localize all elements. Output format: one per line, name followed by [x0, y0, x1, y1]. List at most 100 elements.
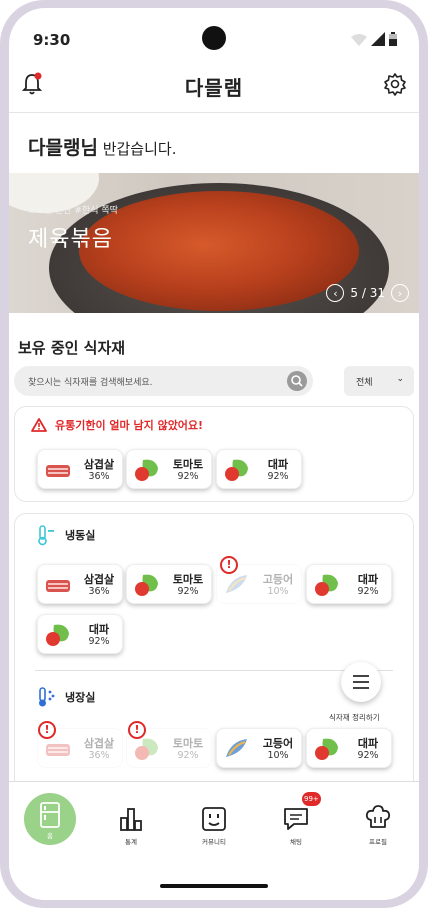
ingredient-chip[interactable]: 삼겹살 36% — [37, 449, 123, 489]
menu-line — [353, 675, 369, 677]
status-time: 9:30 — [33, 31, 71, 49]
tomato-lettuce-icon — [135, 459, 158, 481]
bottom-tab-bar: 홈 통계 커뮤니티 99+ 채팅 프로필 — [9, 781, 419, 900]
ingredient-name: 대파 — [357, 737, 379, 750]
ingredient-freshness: 92% — [267, 471, 289, 482]
tab-stats[interactable]: 통계 — [101, 796, 161, 848]
chef-hat-icon — [365, 805, 391, 828]
tab-profile[interactable]: 프로필 — [348, 796, 408, 848]
battery-icon — [389, 32, 397, 46]
fridge-header: 냉장실 — [35, 686, 95, 708]
organize-ingredients-button[interactable] — [341, 662, 381, 702]
thermometer-fridge-icon — [39, 687, 55, 707]
ingredient-chip[interactable]: 고등어 10% — [216, 728, 302, 768]
organize-ingredients-label: 식자재 정리하기 — [329, 713, 380, 722]
banner-page: 5 / 31 — [350, 286, 385, 300]
menu-line — [353, 687, 369, 689]
tab-chat[interactable]: 99+ 채팅 — [266, 792, 326, 848]
home-indicator — [160, 884, 268, 888]
tab-stats-label: 통계 — [125, 838, 137, 846]
next-arrow-icon[interactable]: › — [391, 284, 409, 302]
ingredient-chip[interactable]: 삼겹살 36% — [37, 564, 123, 604]
warning-line: 유통기한이 얼마 남지 않았어요! — [31, 417, 203, 433]
green-onion-icon — [315, 738, 338, 760]
tab-community[interactable]: 커뮤니티 — [184, 796, 244, 848]
search-placeholder: 찾으시는 식자재를 검색해보세요. — [28, 378, 153, 388]
inventory-title: 보유 중인 식자재 — [18, 339, 126, 357]
mackerel-icon — [226, 575, 247, 593]
prev-arrow-icon[interactable]: ‹ — [326, 284, 345, 302]
gear-icon[interactable] — [383, 72, 407, 96]
ingredient-name: 삼겹살 — [83, 737, 115, 750]
warning-message: 유통기한이 얼마 남지 않았어요! — [55, 419, 204, 432]
ingredient-freshness: 10% — [267, 586, 289, 597]
fridge-label: 냉장실 — [65, 691, 96, 704]
ingredient-name: 삼겹살 — [83, 458, 115, 471]
freezer-header: 냉동실 — [35, 524, 95, 546]
tab-community-label: 커뮤니티 — [202, 838, 226, 846]
ingredient-name: 대파 — [88, 623, 110, 636]
status-bar: 9:30 — [9, 8, 419, 68]
app-logo: 다믈램 — [184, 76, 244, 100]
pork-icon — [46, 465, 70, 477]
ingredient-name: 고등어 — [262, 573, 294, 586]
ingredient-name: 고등어 — [262, 737, 294, 750]
chat-icon — [284, 808, 308, 830]
section-divider — [35, 670, 393, 671]
tab-chat-label: 채팅 — [290, 838, 302, 846]
filter-value: 전체 — [356, 378, 373, 388]
tomato-lettuce-icon — [135, 574, 158, 596]
alert-icon: ! — [38, 721, 56, 739]
search-input[interactable]: 찾으시는 식자재를 검색해보세요. — [14, 366, 313, 396]
screen: 9:30 다믈램 다믈랭님 반갑습니다. #국민 반찬 #한식 쪽딱 제육볶음 … — [9, 8, 419, 900]
ingredient-freshness: 92% — [177, 750, 199, 761]
search-icon[interactable] — [287, 371, 307, 391]
ingredient-chip[interactable]: 토마토 92% — [126, 564, 212, 604]
alert-icon: ! — [128, 721, 146, 739]
greeting-message: 반갑습니다. — [102, 140, 177, 158]
green-onion-icon — [46, 624, 69, 646]
tomato-lettuce-icon — [135, 738, 158, 760]
ingredient-name: 토마토 — [172, 737, 204, 750]
face-icon — [202, 807, 226, 831]
ingredient-freshness: 92% — [88, 636, 110, 647]
camera-cutout — [202, 26, 226, 50]
ingredient-freshness: 36% — [88, 471, 110, 482]
ingredient-chip[interactable]: 토마토 92% — [126, 449, 212, 489]
banner-hashtags: #국민 반찬 #한식 쪽딱 — [28, 206, 118, 216]
recipe-banner[interactable]: #국민 반찬 #한식 쪽딱 제육볶음 ‹ 5 / 31 › — [9, 173, 419, 313]
banner-pager: ‹ 5 / 31 › — [326, 284, 409, 302]
ingredient-freshness: 92% — [357, 750, 379, 761]
filter-select[interactable]: 전체 ⌄ — [344, 366, 414, 396]
ingredient-chip[interactable]: 대파 92% — [306, 728, 392, 768]
chevron-down-icon: ⌄ — [396, 374, 404, 384]
ingredient-name: 토마토 — [172, 458, 204, 471]
ingredient-name: 토마토 — [172, 573, 204, 586]
mackerel-icon — [226, 739, 247, 757]
green-onion-icon — [315, 574, 338, 596]
bar-chart-icon — [120, 808, 142, 831]
expiry-warning-card: 유통기한이 얼마 남지 않았어요! 삼겹살 36% 토마토 92% 대파 92% — [14, 406, 414, 502]
pork-icon — [46, 580, 70, 592]
wifi-icon — [351, 34, 367, 46]
ingredient-chip[interactable]: 대파 92% — [37, 614, 123, 654]
warning-triangle-icon — [31, 418, 47, 432]
device-frame: 9:30 다믈램 다믈랭님 반갑습니다. #국민 반찬 #한식 쪽딱 제육볶음 … — [0, 0, 428, 908]
chat-badge: 99+ — [302, 792, 321, 806]
ingredient-freshness: 92% — [177, 586, 199, 597]
alert-icon: ! — [220, 556, 238, 574]
ingredient-chip[interactable]: 대파 92% — [306, 564, 392, 604]
tab-home[interactable]: 홈 — [24, 793, 76, 845]
pork-icon — [46, 744, 70, 756]
ingredient-chip[interactable]: 대파 92% — [216, 449, 302, 489]
thermometer-cold-icon — [38, 525, 54, 546]
greeting: 다믈랭님 반갑습니다. — [28, 133, 176, 160]
ingredient-freshness: 92% — [357, 586, 379, 597]
banner-dish-name: 제육볶음 — [28, 227, 113, 252]
ingredient-freshness: 92% — [177, 471, 199, 482]
freezer-label: 냉동실 — [65, 529, 96, 542]
fridge-icon — [40, 802, 60, 828]
green-onion-icon — [225, 459, 248, 481]
tab-profile-label: 프로필 — [369, 838, 387, 846]
ingredient-name: 대파 — [267, 458, 289, 471]
